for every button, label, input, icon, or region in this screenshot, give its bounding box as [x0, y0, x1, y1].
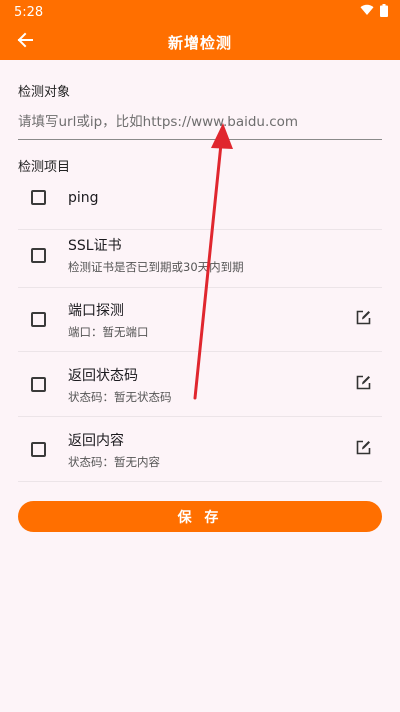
check-item-content[interactable]: 返回内容 状态码：暂无内容	[18, 418, 382, 482]
check-item-port[interactable]: 端口探测 端口：暂无端口	[18, 288, 382, 352]
item-title: 返回内容	[68, 432, 124, 449]
wifi-icon	[360, 4, 374, 20]
checkbox[interactable]	[31, 247, 46, 263]
edit-status-code-button[interactable]	[352, 374, 374, 396]
save-button[interactable]: 保 存	[18, 501, 382, 532]
edit-content-button[interactable]	[352, 439, 374, 461]
check-item-status-code[interactable]: 返回状态码 状态码：暂无状态码	[18, 353, 382, 417]
item-subtitle: 端口：暂无端口	[68, 324, 149, 339]
edit-icon	[356, 440, 371, 459]
check-item-ping[interactable]: ping	[18, 166, 382, 230]
back-button[interactable]	[10, 28, 40, 56]
edit-icon	[356, 310, 371, 329]
item-title: ping	[68, 189, 99, 206]
item-title: 端口探测	[68, 302, 124, 319]
arrow-left-icon	[17, 32, 33, 52]
item-subtitle: 状态码：暂无内容	[68, 454, 160, 469]
status-bar: 5:28	[0, 0, 400, 24]
item-title: 返回状态码	[68, 367, 138, 384]
item-subtitle: 检测证书是否已到期或30天内到期	[68, 260, 244, 274]
app-bar: 新增检测	[0, 24, 400, 60]
check-item-ssl[interactable]: SSL证书 检测证书是否已到期或30天内到期	[18, 223, 382, 288]
checkbox[interactable]	[31, 377, 46, 392]
target-input[interactable]	[18, 104, 382, 140]
edit-icon	[356, 375, 371, 394]
item-subtitle: 状态码：暂无状态码	[68, 389, 172, 404]
status-time: 5:28	[14, 4, 44, 20]
page-title: 新增检测	[167, 33, 232, 52]
checkbox[interactable]	[31, 442, 46, 457]
checkbox[interactable]	[31, 190, 46, 205]
target-label: 检测对象	[18, 85, 71, 100]
checkbox[interactable]	[31, 312, 46, 327]
edit-port-button[interactable]	[352, 309, 374, 331]
item-title: SSL证书	[68, 238, 122, 254]
battery-icon	[380, 3, 388, 21]
